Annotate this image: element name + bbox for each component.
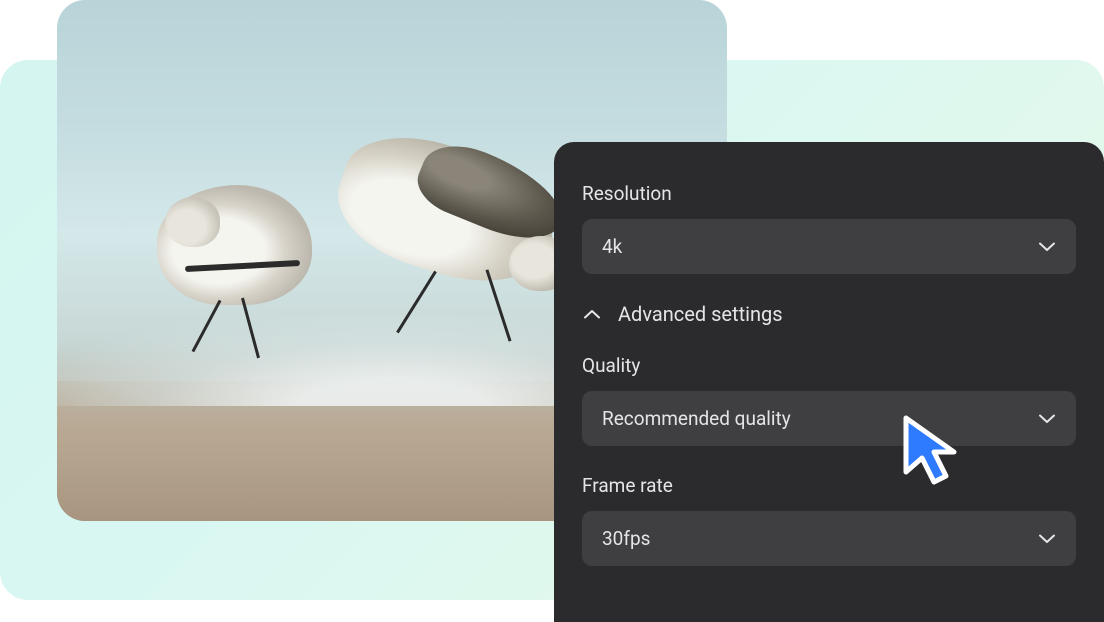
export-settings-panel: Resolution 4k Advanced settings Quality … <box>554 142 1104 622</box>
bird-illustration <box>157 185 337 385</box>
framerate-label: Frame rate <box>582 474 1076 497</box>
quality-dropdown[interactable]: Recommended quality <box>582 391 1076 446</box>
chevron-down-icon <box>1038 410 1056 428</box>
resolution-value: 4k <box>602 235 622 258</box>
cursor-pointer-icon <box>896 410 966 490</box>
advanced-settings-toggle[interactable]: Advanced settings <box>582 302 1076 326</box>
chevron-down-icon <box>1038 238 1056 256</box>
resolution-label: Resolution <box>582 182 1076 205</box>
chevron-up-icon <box>582 304 602 324</box>
quality-label: Quality <box>582 354 1076 377</box>
resolution-dropdown[interactable]: 4k <box>582 219 1076 274</box>
chevron-down-icon <box>1038 530 1056 548</box>
framerate-value: 30fps <box>602 527 650 550</box>
framerate-dropdown[interactable]: 30fps <box>582 511 1076 566</box>
advanced-settings-label: Advanced settings <box>618 302 783 326</box>
quality-value: Recommended quality <box>602 407 791 430</box>
